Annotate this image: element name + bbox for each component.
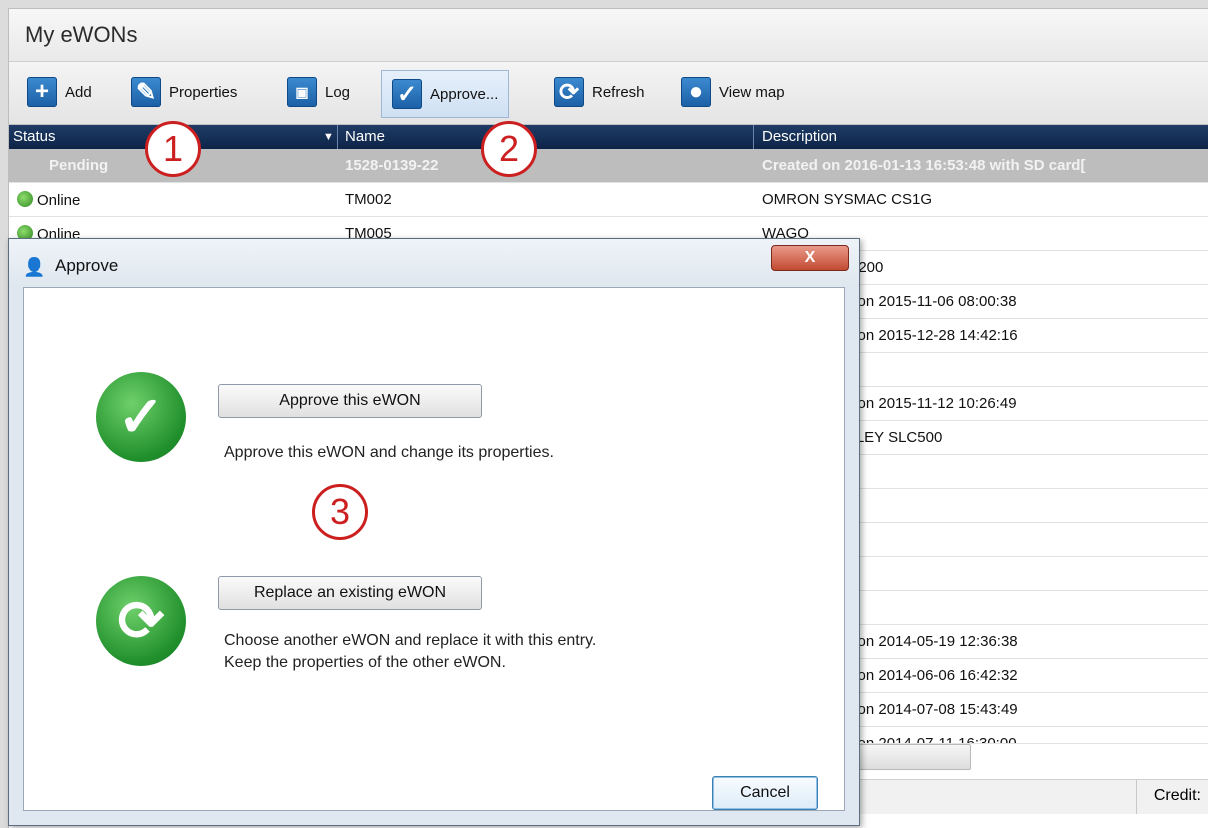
description-cell: d on 2014-07-11 16:30:00 — [845, 735, 1017, 744]
replace-refresh-icon: ⟳ — [96, 576, 186, 666]
annotation-marker-2: 2 — [481, 121, 537, 177]
status-cell: Pending — [49, 157, 109, 174]
toolbar: + Add ✎ Properties ▣ Log ✓ Approve... ⟳ … — [9, 62, 1208, 125]
add-button[interactable]: + Add — [27, 74, 92, 110]
annotation-marker-3: 3 — [312, 484, 368, 540]
annotation-marker-1: 1 — [145, 121, 201, 177]
dialog-body: ✓ Approve this eWON Approve this eWON an… — [23, 287, 845, 811]
approve-button[interactable]: ✓ Approve... — [381, 70, 510, 118]
approve-dialog: 👤 Approve X ✓ Approve this eWON Approve … — [8, 238, 860, 826]
description-cell: d on 2015-11-12 10:26:49 — [845, 395, 1017, 412]
log-icon: ▣ — [287, 77, 317, 107]
log-button[interactable]: ▣ Log — [287, 74, 350, 110]
dialog-title: Approve — [55, 256, 119, 275]
close-button[interactable]: X — [771, 245, 849, 271]
online-status-icon — [17, 191, 33, 207]
replace-existing-ewon-button[interactable]: Replace an existing eWON — [218, 576, 482, 610]
description-cell: d on 2014-07-08 15:43:49 — [845, 701, 1018, 718]
column-status[interactable]: Status — [13, 128, 56, 145]
status-text: Online — [37, 192, 81, 209]
name-cell: 1528-0139-22 — [345, 157, 439, 174]
status-bar-divider — [1136, 780, 1137, 814]
user-icon: 👤 — [23, 257, 46, 277]
checkmark-icon: ✓ — [392, 79, 422, 109]
description-cell: d on 2014-06-06 16:42:32 — [845, 667, 1018, 684]
edit-icon: ✎ — [131, 77, 161, 107]
horizontal-scrollbar-thumb[interactable] — [857, 744, 971, 770]
name-cell: TM002 — [345, 191, 392, 208]
plus-icon: + — [27, 77, 57, 107]
refresh-icon: ⟳ — [554, 77, 584, 107]
approve-check-icon: ✓ — [96, 372, 186, 462]
approve-label: Approve... — [430, 85, 499, 103]
properties-button[interactable]: ✎ Properties — [131, 74, 237, 110]
view-map-button[interactable]: ● View map — [681, 74, 785, 110]
column-divider[interactable] — [337, 125, 338, 149]
app-titlebar: My eWONs — [9, 9, 1208, 62]
cancel-button[interactable]: Cancel — [712, 776, 818, 810]
description-cell: OMRON SYSMAC CS1G — [762, 191, 933, 208]
sort-dropdown-icon[interactable]: ▼ — [323, 131, 334, 143]
add-label: Add — [65, 83, 92, 101]
column-description[interactable]: Description — [762, 128, 837, 145]
close-icon: X — [804, 249, 816, 266]
description-cell: d on 2015-12-28 14:42:16 — [845, 327, 1018, 344]
app-title: My eWONs — [25, 22, 138, 47]
column-divider[interactable] — [753, 125, 754, 149]
refresh-button[interactable]: ⟳ Refresh — [554, 74, 645, 110]
description-cell: d on 2015-11-06 08:00:38 — [845, 293, 1017, 310]
description-cell: Created on 2016-01-13 16:53:48 with SD c… — [762, 157, 1086, 174]
refresh-label: Refresh — [592, 83, 645, 101]
map-pin-icon: ● — [681, 77, 711, 107]
view-map-label: View map — [719, 83, 785, 101]
table-row[interactable]: Online TM002 OMRON SYSMAC CS1G — [9, 183, 1208, 217]
approve-this-ewon-button[interactable]: Approve this eWON — [218, 384, 482, 418]
description-cell: d on 2014-05-19 12:36:38 — [845, 633, 1018, 650]
dialog-titlebar: 👤 Approve X — [9, 239, 859, 287]
replace-description-line1: Choose another eWON and replace it with … — [224, 632, 597, 649]
log-label: Log — [325, 83, 351, 101]
replace-description-line2: Keep the properties of the other eWON. — [224, 654, 506, 671]
properties-label: Properties — [169, 83, 238, 101]
approve-description: Approve this eWON and change its propert… — [224, 444, 554, 461]
credit-label: Credit: — [1153, 787, 1201, 804]
column-name[interactable]: Name — [345, 128, 385, 145]
status-cell: Online — [17, 191, 80, 209]
